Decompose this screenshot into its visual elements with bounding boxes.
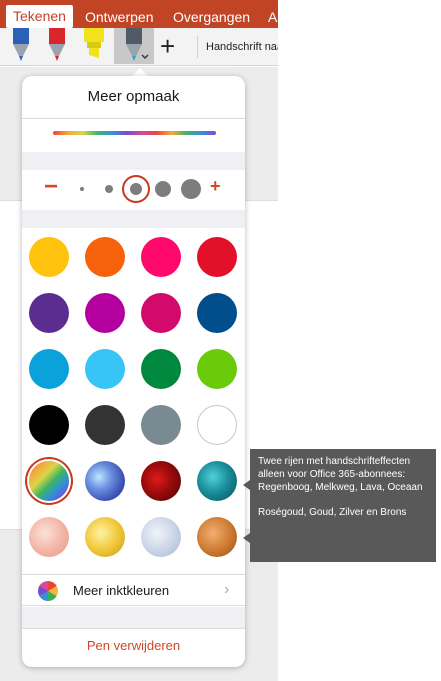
rose-gold-effect-swatch[interactable] (29, 517, 69, 557)
stroke-preview (53, 131, 216, 135)
section-gap (22, 607, 245, 628)
silver-effect-swatch[interactable] (141, 517, 181, 557)
color-swatch[interactable] (85, 405, 125, 445)
document-area (278, 0, 441, 681)
color-swatch[interactable] (197, 293, 237, 333)
popover-title: Meer opmaak (87, 88, 180, 105)
rainbow-pen-icon[interactable] (118, 28, 150, 64)
thickness-option[interactable] (155, 181, 171, 197)
color-swatch[interactable] (197, 237, 237, 277)
bronze-effect-swatch[interactable] (197, 517, 237, 557)
thickness-option[interactable] (80, 187, 84, 191)
color-swatch[interactable] (85, 237, 125, 277)
gold-effect-swatch[interactable] (85, 517, 125, 557)
annotation-callout: Twee rijen met handschrifteffecten allee… (250, 449, 436, 562)
format-popover: Meer opmaak − + Meer inktkleuren › Pen v… (22, 76, 245, 667)
highlighter-icon[interactable] (80, 28, 110, 62)
increase-thickness-button[interactable]: + (210, 174, 221, 198)
color-wheel-icon (38, 581, 58, 601)
callout-pointer (243, 533, 250, 543)
divider (22, 118, 245, 119)
galaxy-effect-swatch[interactable] (85, 461, 125, 501)
color-swatch[interactable] (141, 405, 181, 445)
tab-ontwerpen[interactable]: Ontwerpen (85, 9, 153, 25)
tab-animaties[interactable]: A (268, 9, 277, 25)
delete-pen-button[interactable]: Pen verwijderen (87, 638, 180, 653)
color-swatch[interactable] (197, 405, 237, 445)
ocean-effect-swatch[interactable] (197, 461, 237, 501)
chevron-right-icon: › (224, 581, 230, 598)
callout-text-effects-row1: Twee rijen met handschrifteffecten allee… (258, 456, 423, 493)
section-gap (22, 152, 245, 170)
tab-overgangen[interactable]: Overgangen (173, 9, 250, 25)
thickness-selector: − + (22, 170, 245, 210)
rainbow-effect-swatch[interactable] (29, 461, 69, 501)
color-swatch[interactable] (85, 349, 125, 389)
color-swatch[interactable] (29, 405, 69, 445)
callout-pointer (243, 480, 250, 490)
color-swatch[interactable] (197, 349, 237, 389)
add-pen-icon[interactable]: + (160, 33, 175, 59)
lava-effect-swatch[interactable] (141, 461, 181, 501)
thickness-option[interactable] (105, 185, 113, 193)
section-gap (22, 210, 245, 228)
more-ink-colors-row[interactable]: Meer inktkleuren › (22, 574, 245, 606)
color-grid (22, 228, 245, 568)
color-swatch[interactable] (141, 237, 181, 277)
color-swatch[interactable] (29, 237, 69, 277)
color-swatch[interactable] (141, 293, 181, 333)
thickness-option[interactable] (181, 179, 201, 199)
more-ink-colors-label: Meer inktkleuren (73, 583, 170, 598)
color-swatch[interactable] (85, 293, 125, 333)
color-swatch[interactable] (141, 349, 181, 389)
thickness-option-selected[interactable] (130, 183, 142, 195)
blue-pen-icon[interactable] (8, 28, 34, 62)
decrease-thickness-button[interactable]: − (44, 175, 58, 199)
color-swatch[interactable] (29, 293, 69, 333)
tab-tekenen[interactable]: Tekenen (6, 5, 73, 28)
callout-text-effects-row2: Roségoud, Goud, Zilver en Brons (258, 507, 407, 518)
handwriting-button[interactable]: Handschrift naa (197, 36, 278, 58)
delete-pen-row[interactable]: Pen verwijderen (22, 628, 245, 662)
red-pen-icon[interactable] (44, 28, 70, 62)
color-swatch[interactable] (29, 349, 69, 389)
